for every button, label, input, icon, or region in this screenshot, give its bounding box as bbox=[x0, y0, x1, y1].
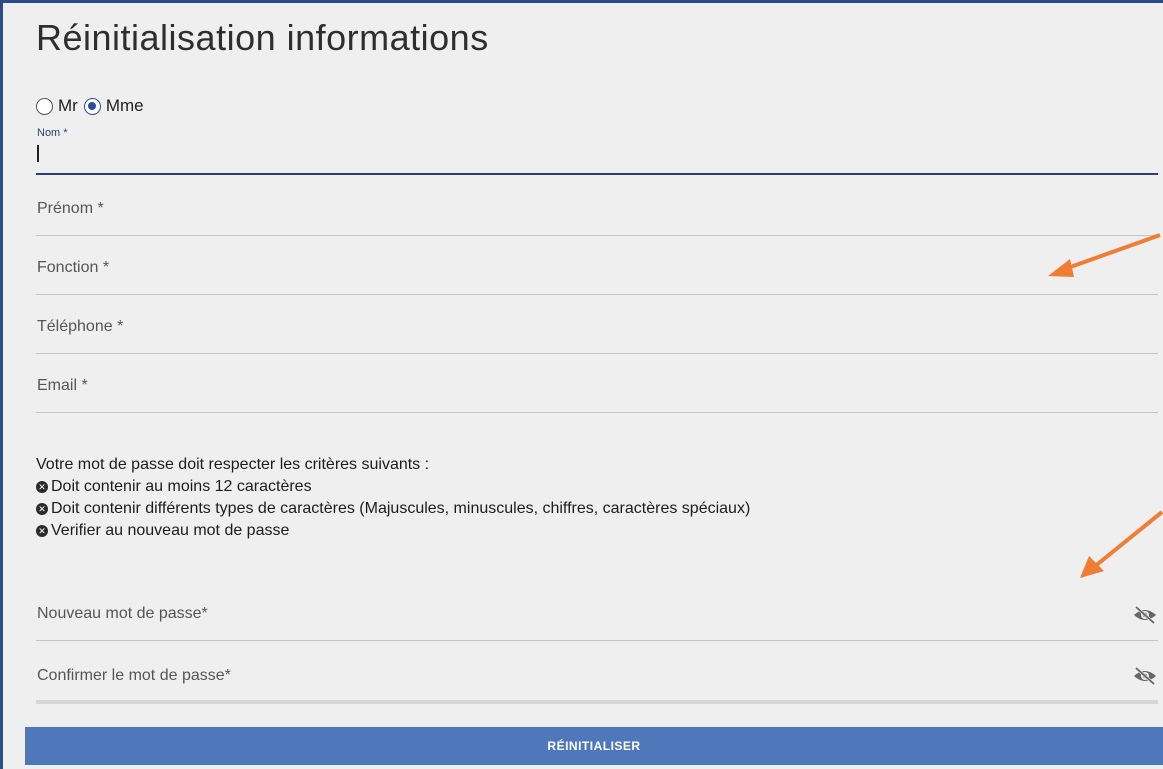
error-circle-icon: ✕ bbox=[36, 481, 48, 493]
email-placeholder: Email * bbox=[37, 377, 88, 394]
annotation-arrow-icon bbox=[1080, 510, 1163, 578]
form-panel: Réinitialisation informations Mr Mme Nom… bbox=[0, 0, 1163, 769]
radio-mme-label: Mme bbox=[105, 96, 144, 115]
radio-mr[interactable]: Mr bbox=[36, 96, 78, 116]
fonction-field[interactable]: Fonction * bbox=[36, 245, 1158, 295]
nom-field[interactable]: Nom * bbox=[36, 127, 1158, 175]
text-caret bbox=[37, 145, 39, 162]
nom-label: Nom * bbox=[37, 127, 68, 139]
criteria-item: ✕ Doit contenir différents types de cara… bbox=[36, 498, 750, 520]
telephone-placeholder: Téléphone * bbox=[37, 318, 124, 335]
criteria-item: ✕ Doit contenir au moins 12 caractères bbox=[36, 476, 750, 498]
criteria-text: Doit contenir différents types de caract… bbox=[51, 500, 751, 517]
telephone-field[interactable]: Téléphone * bbox=[36, 304, 1158, 354]
new-password-placeholder: Nouveau mot de passe* bbox=[37, 605, 208, 622]
fonction-placeholder: Fonction * bbox=[37, 259, 110, 276]
prenom-placeholder: Prénom * bbox=[37, 200, 104, 217]
reset-button[interactable]: RÉINITIALISER bbox=[25, 727, 1163, 765]
page-title: Réinitialisation informations bbox=[36, 17, 489, 58]
error-circle-icon: ✕ bbox=[36, 503, 48, 515]
new-password-field[interactable]: Nouveau mot de passe* bbox=[36, 591, 1158, 641]
email-field[interactable]: Email * bbox=[36, 363, 1158, 413]
radio-mme[interactable]: Mme bbox=[83, 96, 144, 116]
annotation-arrow-icon bbox=[1048, 233, 1161, 277]
criteria-heading: Votre mot de passe doit respecter les cr… bbox=[36, 456, 430, 473]
password-criteria: Votre mot de passe doit respecter les cr… bbox=[36, 454, 750, 542]
error-circle-icon: ✕ bbox=[36, 525, 48, 537]
prenom-field[interactable]: Prénom * bbox=[36, 186, 1158, 236]
civility-radio-group: Mr Mme bbox=[36, 96, 150, 116]
form-divider bbox=[36, 700, 1158, 704]
radio-mr-circle[interactable] bbox=[36, 97, 53, 115]
radio-mr-label: Mr bbox=[58, 96, 78, 115]
criteria-item: ✕ Verifier au nouveau mot de passe bbox=[36, 520, 750, 542]
confirm-password-placeholder: Confirmer le mot de passe* bbox=[37, 667, 231, 684]
eye-off-icon[interactable] bbox=[1132, 605, 1158, 625]
criteria-text: Doit contenir au moins 12 caractères bbox=[51, 478, 312, 495]
radio-mme-circle[interactable] bbox=[83, 97, 101, 115]
criteria-text: Verifier au nouveau mot de passe bbox=[51, 522, 290, 539]
confirm-password-field[interactable]: Confirmer le mot de passe* bbox=[36, 650, 1158, 700]
eye-off-icon[interactable] bbox=[1132, 666, 1158, 686]
